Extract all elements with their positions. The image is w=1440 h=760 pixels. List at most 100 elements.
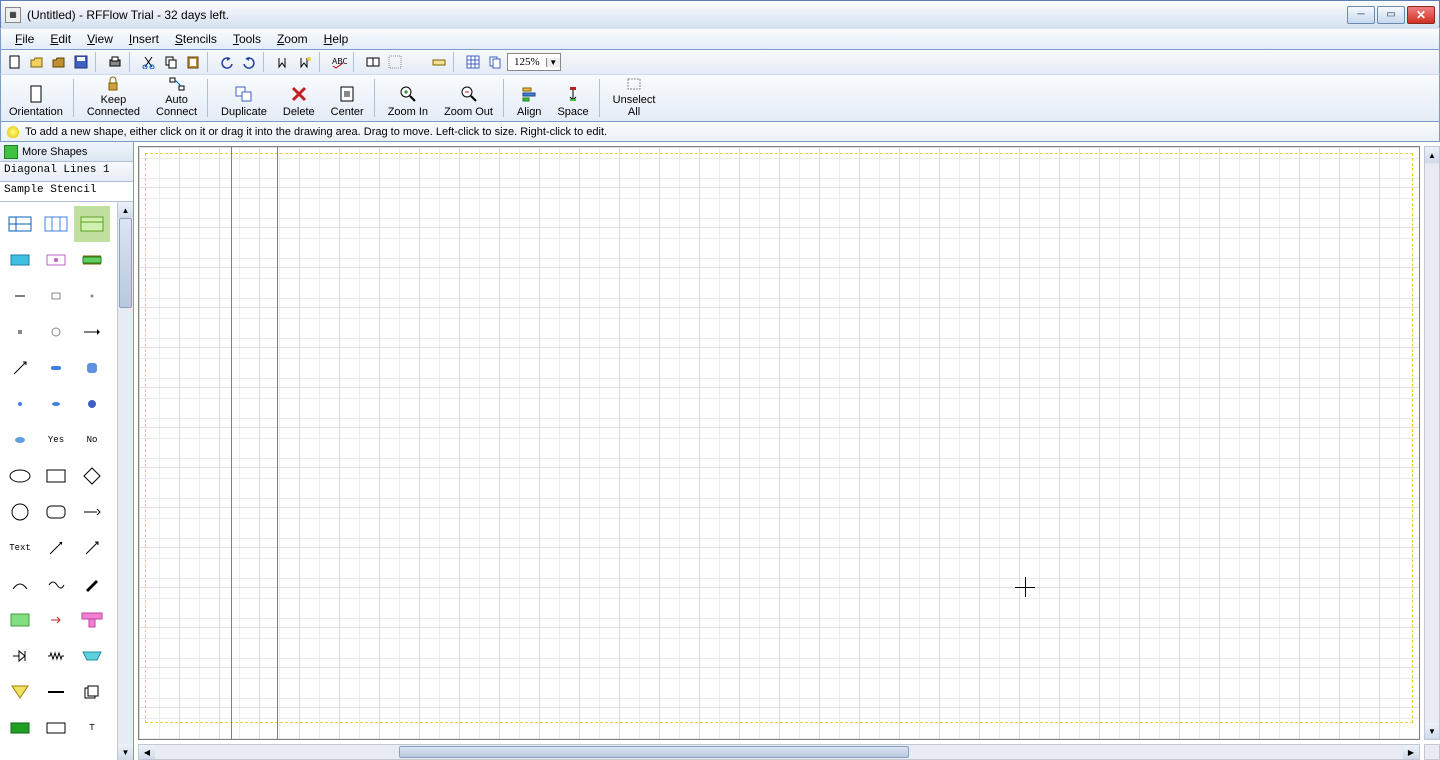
maximize-button[interactable]: ▭ [1377,6,1405,24]
ruler-button[interactable] [429,52,449,72]
hscroll-left-icon[interactable]: ◀ [139,745,155,759]
unselect-all-button[interactable]: UnselectAll [605,75,664,121]
copy-button[interactable] [161,52,181,72]
grid3-button[interactable] [407,52,427,72]
shape-swim2[interactable] [38,206,74,242]
close-button[interactable]: ✕ [1407,6,1435,24]
grid1-button[interactable] [363,52,383,72]
hscroll-thumb[interactable] [399,746,909,758]
menu-view[interactable]: View [79,30,121,48]
print-button[interactable] [105,52,125,72]
shape-greenrect[interactable] [2,710,38,746]
cut-button[interactable] [139,52,159,72]
shape-docs[interactable] [74,674,110,710]
shape-ellipse[interactable] [2,458,38,494]
redo-button[interactable] [239,52,259,72]
new-button[interactable] [5,52,25,72]
shape-greenbox[interactable] [2,602,38,638]
stencil-tab-diagonal[interactable]: Diagonal Lines 1 [0,162,133,182]
shape-arrow-diag[interactable] [38,530,74,566]
menu-help[interactable]: Help [316,30,357,48]
shape-t-label[interactable]: T [74,710,110,746]
shape-pinkT[interactable] [74,602,110,638]
pages-button[interactable] [485,52,505,72]
shape-rect2[interactable] [38,710,74,746]
align-button[interactable]: Align [509,75,549,121]
zoom-out-button[interactable]: Zoom Out [436,75,501,121]
shape-line-diag[interactable] [2,350,38,386]
more-shapes-button[interactable]: More Shapes [0,142,133,162]
canvas-hscrollbar[interactable]: ◀ ▶ [138,744,1420,760]
shape-yellowtrap[interactable] [2,674,38,710]
zoom-in-button[interactable]: Zoom In [380,75,436,121]
shape-yes-label[interactable]: Yes [38,422,74,458]
stencil-tab-sample[interactable]: Sample Stencil [0,182,133,202]
zoom-dropdown-icon[interactable]: ▼ [546,58,560,67]
shape-dot1[interactable] [74,278,110,314]
find-button[interactable] [273,52,293,72]
shape-bar[interactable] [38,674,74,710]
shape-rect[interactable] [38,458,74,494]
shape-arrow-r[interactable] [74,314,110,350]
shape-roundrect[interactable] [38,494,74,530]
scroll-up-icon[interactable]: ▲ [118,202,133,218]
shape-swim[interactable] [2,206,38,242]
shape-resistor[interactable] [38,638,74,674]
hscroll-right-icon[interactable]: ▶ [1403,745,1419,759]
grid2-button[interactable] [385,52,405,72]
menu-zoom[interactable]: Zoom [269,30,316,48]
menu-file[interactable]: File [7,30,42,48]
shape-curve2[interactable] [38,566,74,602]
scroll-thumb[interactable] [119,218,132,308]
auto-connect-button[interactable]: AutoConnect [148,75,205,121]
spellcheck-button[interactable]: ABC [329,52,349,72]
shape-card2[interactable] [38,242,74,278]
shape-no-label[interactable]: No [74,422,110,458]
shape-arrow2[interactable] [74,494,110,530]
paste-button[interactable] [183,52,203,72]
minimize-button[interactable]: ─ [1347,6,1375,24]
shape-pill-sm[interactable] [38,350,74,386]
shape-smallbox[interactable] [38,278,74,314]
shape-bluedot2[interactable] [38,386,74,422]
keep-connected-button[interactable]: KeepConnected [79,75,148,121]
find-replace-button[interactable] [295,52,315,72]
shape-circle[interactable] [2,494,38,530]
zoom-combobox[interactable]: 125% ▼ [507,53,561,71]
scroll-down-icon[interactable]: ▼ [118,744,133,760]
menu-insert[interactable]: Insert [121,30,167,48]
shape-pen[interactable] [74,566,110,602]
center-button[interactable]: Center [323,75,372,121]
menu-edit[interactable]: Edit [42,30,79,48]
shape-bluetrap[interactable] [74,638,110,674]
shape-redarrow[interactable] [38,602,74,638]
shape-dot2[interactable] [2,314,38,350]
vscroll-down-icon[interactable]: ▼ [1425,723,1439,739]
vscroll-up-icon[interactable]: ▲ [1425,147,1439,163]
shape-cloud[interactable] [2,422,38,458]
grid4-button[interactable] [463,52,483,72]
menu-tools[interactable]: Tools [225,30,269,48]
orientation-button[interactable]: Orientation [1,75,71,121]
shape-diamond[interactable] [74,458,110,494]
open2-button[interactable] [49,52,69,72]
shape-diode[interactable] [2,638,38,674]
shape-roundsq[interactable] [74,350,110,386]
shapes-scrollbar[interactable]: ▲ ▼ [117,202,133,760]
duplicate-button[interactable]: Duplicate [213,75,275,121]
shape-arrow-diag2[interactable] [74,530,110,566]
shape-bluedot3[interactable] [74,386,110,422]
shape-card[interactable] [2,242,38,278]
undo-button[interactable] [217,52,237,72]
open-button[interactable] [27,52,47,72]
shape-swim3[interactable] [74,206,110,242]
delete-button[interactable]: Delete [275,75,323,121]
menu-stencils[interactable]: Stencils [167,30,225,48]
shape-curve1[interactable] [2,566,38,602]
shape-text-label[interactable]: Text [2,530,38,566]
space-button[interactable]: Space [549,75,596,121]
shape-circle-sm[interactable] [38,314,74,350]
save-button[interactable] [71,52,91,72]
canvas-area[interactable]: ▲ ▼ ◀ ▶ [134,142,1440,760]
canvas-vscrollbar[interactable]: ▲ ▼ [1424,146,1440,740]
